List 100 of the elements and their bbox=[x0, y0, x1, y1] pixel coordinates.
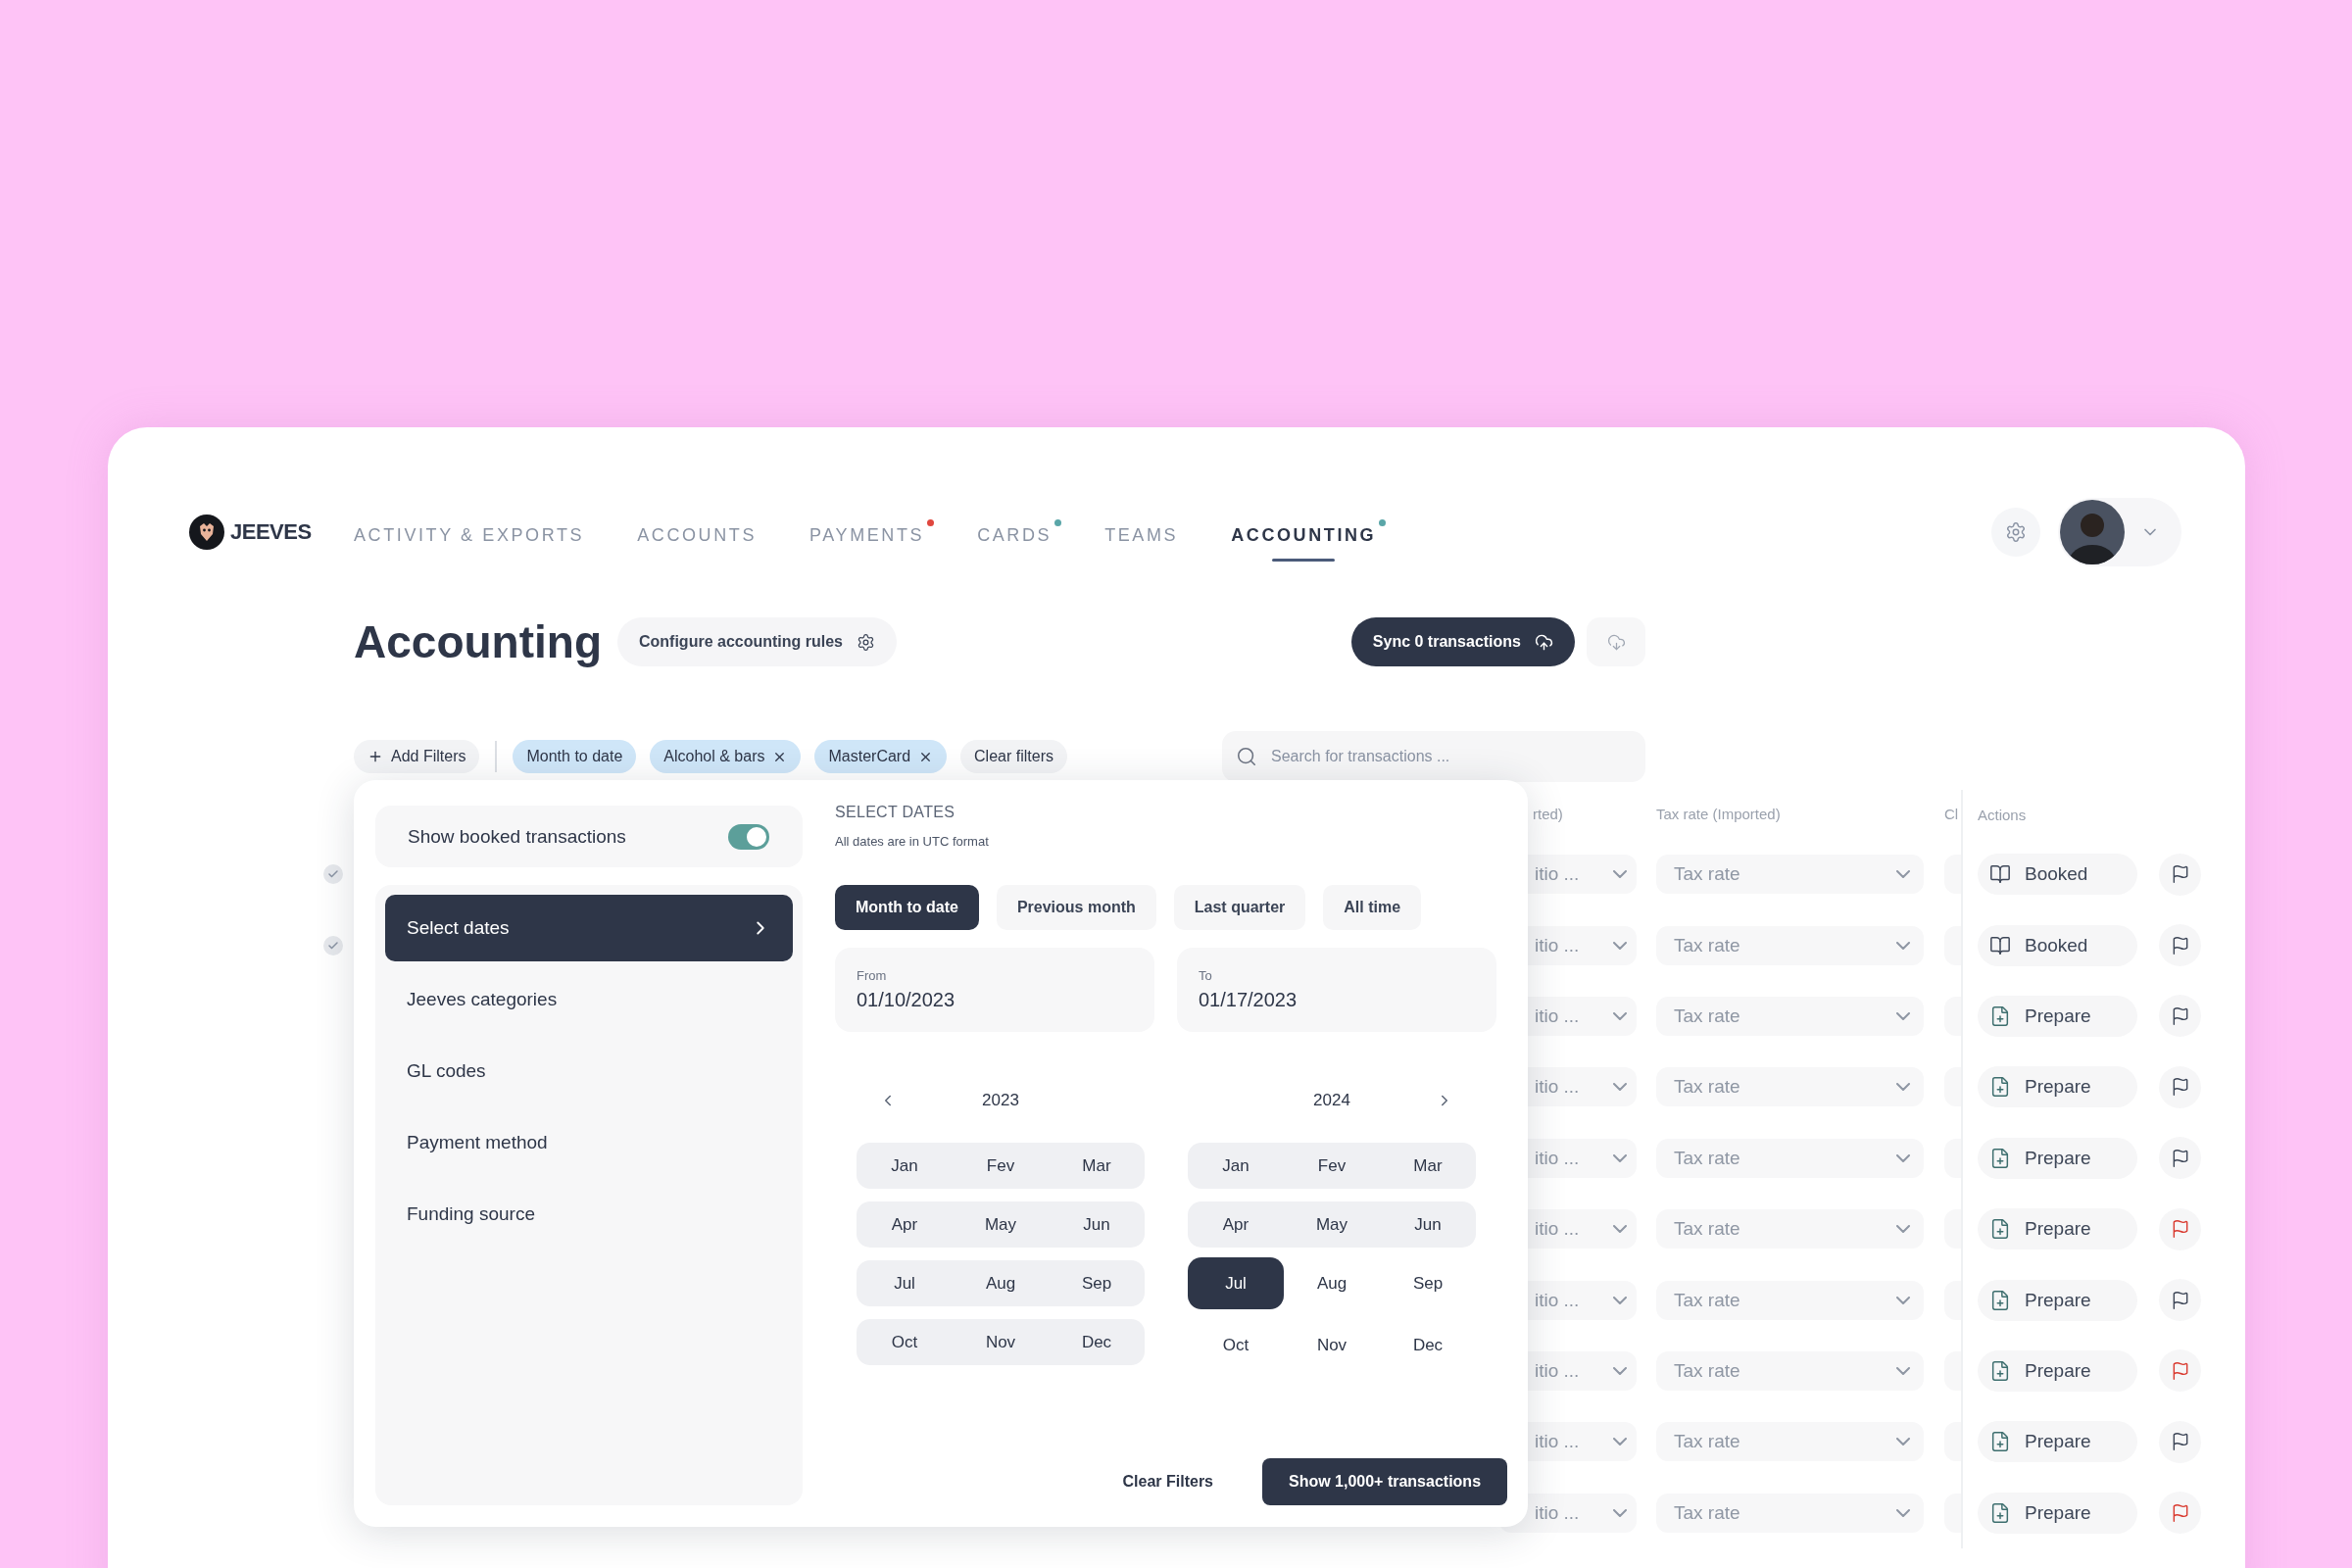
sync-button[interactable]: Sync 0 transactions bbox=[1350, 617, 1575, 666]
action-button[interactable]: Prepare bbox=[1978, 1349, 2137, 1392]
date-preset-button[interactable]: Last quarter bbox=[1173, 885, 1306, 930]
chevron-down-icon bbox=[1896, 1153, 1910, 1162]
settings-button[interactable] bbox=[1991, 508, 2040, 557]
month-cell[interactable]: Dec bbox=[1049, 1319, 1145, 1365]
action-button[interactable]: Prepare bbox=[1978, 1066, 2137, 1108]
chevron-down-icon bbox=[1896, 870, 1910, 879]
plus-icon bbox=[368, 749, 383, 764]
chevron-down-icon bbox=[1613, 1508, 1627, 1517]
chevron-down-icon bbox=[1896, 1438, 1910, 1446]
month-cell[interactable]: Jan bbox=[857, 1143, 953, 1189]
nav-tab[interactable]: ACCOUNTING bbox=[1231, 513, 1389, 562]
filter-menu-item[interactable]: GL codes bbox=[385, 1038, 793, 1104]
month-cell[interactable]: Apr bbox=[1188, 1201, 1284, 1248]
month-cell[interactable]: Jul bbox=[1188, 1257, 1284, 1309]
month-cell[interactable]: Jul bbox=[857, 1260, 953, 1306]
toggle-switch[interactable] bbox=[728, 823, 769, 850]
show-transactions-button[interactable]: Show 1,000+ transactions bbox=[1262, 1458, 1507, 1505]
flag-button[interactable] bbox=[2159, 853, 2201, 896]
month-cell[interactable]: Jun bbox=[1380, 1201, 1476, 1248]
flag-button[interactable] bbox=[2159, 1349, 2201, 1393]
configure-rules-button[interactable]: Configure accounting rules bbox=[617, 617, 897, 666]
search-input[interactable]: Search for transactions ... bbox=[1269, 747, 1632, 766]
month-cell[interactable]: Jun bbox=[1049, 1201, 1145, 1248]
filter-chip[interactable]: Alcohol & bars bbox=[650, 740, 802, 773]
file-plus-icon bbox=[1989, 1076, 2011, 1099]
flag-button[interactable] bbox=[2159, 1065, 2201, 1108]
month-cell[interactable]: Jan bbox=[1188, 1143, 1284, 1189]
date-field[interactable]: From 01/10/2023 bbox=[835, 948, 1154, 1032]
filter-menu-item[interactable]: Jeeves categories bbox=[385, 966, 793, 1033]
action-button[interactable]: Prepare bbox=[1978, 1137, 2137, 1179]
column-header: Cl bbox=[1944, 806, 1959, 822]
column-header: rted) bbox=[1533, 806, 1563, 822]
month-cell[interactable]: Fev bbox=[1284, 1143, 1380, 1189]
action-button[interactable]: Prepare bbox=[1978, 1279, 2137, 1321]
file-plus-icon bbox=[1989, 1004, 2011, 1027]
date-preset-button[interactable]: Previous month bbox=[996, 885, 1156, 930]
date-field[interactable]: To 01/17/2023 bbox=[1177, 948, 1496, 1032]
file-plus-icon bbox=[1989, 1431, 2011, 1453]
flag-button[interactable] bbox=[2159, 924, 2201, 967]
flag-button[interactable] bbox=[2159, 995, 2201, 1038]
chevron-down-icon bbox=[1896, 1296, 1910, 1304]
month-cell[interactable]: Nov bbox=[953, 1319, 1049, 1365]
chevron-down-icon bbox=[1613, 1083, 1627, 1092]
date-preset-button[interactable]: Month to date bbox=[835, 885, 979, 930]
chevron-down-icon bbox=[1896, 1225, 1910, 1234]
clear-filters-button[interactable]: Clear Filters bbox=[1116, 1472, 1219, 1492]
flag-button[interactable] bbox=[2159, 1492, 2201, 1535]
month-cell[interactable]: Sep bbox=[1049, 1260, 1145, 1306]
month-cell[interactable]: Oct bbox=[857, 1319, 953, 1365]
filter-menu-item[interactable]: Payment method bbox=[385, 1109, 793, 1176]
flag-button[interactable] bbox=[2159, 1137, 2201, 1180]
date-preset-button[interactable]: All time bbox=[1323, 885, 1422, 930]
action-button[interactable]: Booked bbox=[1978, 924, 2137, 966]
filter-menu-item[interactable]: Select dates bbox=[385, 895, 793, 961]
file-plus-icon bbox=[1989, 1218, 2011, 1241]
clear-filters-button[interactable]: Clear filters bbox=[960, 740, 1067, 773]
search-field[interactable]: Search for transactions ... bbox=[1222, 731, 1645, 782]
chevron-down-icon bbox=[1613, 1153, 1627, 1162]
toggle-label: Show booked transactions bbox=[408, 825, 626, 848]
chevron-down-icon bbox=[1896, 941, 1910, 950]
filter-chip[interactable]: MasterCard bbox=[814, 740, 948, 773]
file-plus-icon bbox=[1989, 1359, 2011, 1382]
action-button[interactable]: Booked bbox=[1978, 854, 2137, 896]
page-title: Accounting bbox=[354, 615, 602, 668]
action-button[interactable]: Prepare bbox=[1978, 1492, 2137, 1534]
action-button[interactable]: Prepare bbox=[1978, 995, 2137, 1037]
column-header: Tax rate (Imported) bbox=[1656, 806, 1781, 822]
chevron-down-icon bbox=[1613, 1011, 1627, 1020]
chevron-down-icon bbox=[1613, 870, 1627, 879]
month-cell[interactable]: Aug bbox=[953, 1260, 1049, 1306]
gear-icon bbox=[2005, 521, 2027, 543]
book-icon bbox=[1989, 934, 2011, 956]
month-cell[interactable]: May bbox=[1284, 1201, 1380, 1248]
filter-chip[interactable]: Month to date bbox=[513, 740, 637, 773]
flag-button[interactable] bbox=[2159, 1279, 2201, 1322]
month-cell[interactable]: Mar bbox=[1380, 1143, 1476, 1189]
date-input[interactable]: 01/10/2023 bbox=[857, 989, 1133, 1011]
flag-button[interactable] bbox=[2159, 1420, 2201, 1463]
chevron-down-icon bbox=[1896, 1508, 1910, 1517]
filter-menu-item[interactable]: Funding source bbox=[385, 1181, 793, 1248]
month-cell[interactable]: Apr bbox=[857, 1201, 953, 1248]
file-plus-icon bbox=[1989, 1501, 2011, 1524]
month-cell[interactable]: Fev bbox=[953, 1143, 1049, 1189]
flag-button[interactable] bbox=[2159, 1207, 2201, 1250]
action-button[interactable]: Prepare bbox=[1978, 1208, 2137, 1250]
gear-icon bbox=[857, 632, 875, 652]
month-cell[interactable]: Mar bbox=[1049, 1143, 1145, 1189]
year-label: 2024 bbox=[1313, 1091, 1350, 1110]
date-input[interactable]: 01/17/2023 bbox=[1199, 989, 1475, 1011]
month-cell[interactable]: May bbox=[953, 1201, 1049, 1248]
cloud-upload-icon bbox=[1535, 632, 1553, 652]
cloud-download-icon bbox=[1606, 632, 1626, 652]
chevron-down-icon bbox=[1613, 1366, 1627, 1375]
action-button[interactable]: Prepare bbox=[1978, 1421, 2137, 1463]
active-underline bbox=[1272, 558, 1336, 562]
file-plus-icon bbox=[1989, 1147, 2011, 1169]
add-filters-button[interactable]: Add Filters bbox=[354, 740, 480, 773]
chevron-down-icon bbox=[1613, 1225, 1627, 1234]
